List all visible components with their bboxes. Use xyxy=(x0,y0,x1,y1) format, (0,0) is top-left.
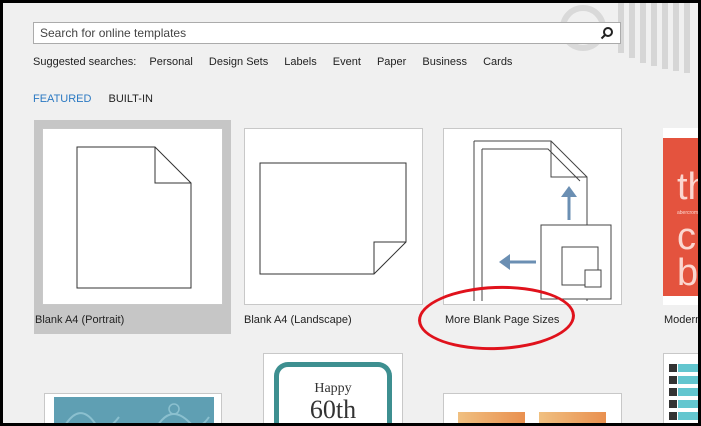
suggested-event[interactable]: Event xyxy=(333,56,361,68)
orange-card-left xyxy=(458,412,525,423)
modern-b-text: b xyxy=(677,252,698,294)
template-label: Blank A4 (Portrait) xyxy=(35,314,125,326)
blank-landscape-page-icon xyxy=(259,162,407,275)
annotation-highlight-oval xyxy=(416,283,577,353)
tab-featured[interactable]: FEATURED xyxy=(33,93,91,105)
swirl-thumbnail[interactable] xyxy=(44,393,222,423)
suggested-design-sets[interactable]: Design Sets xyxy=(209,56,268,68)
orange-thumbnail[interactable] xyxy=(443,393,622,423)
search-icon[interactable] xyxy=(600,26,614,40)
modern-c-text: c xyxy=(677,216,696,258)
orange-card-right xyxy=(539,412,606,423)
modern-big-text: th xyxy=(677,166,698,208)
modern-thumbnail[interactable]: th abercrom c b xyxy=(663,128,698,305)
suggested-labels[interactable]: Labels xyxy=(284,56,316,68)
template-tabs: FEATURED BUILT-IN xyxy=(33,93,153,105)
template-label: Blank A4 (Landscape) xyxy=(244,314,352,326)
page-sizes-thumbnail[interactable] xyxy=(443,128,622,305)
suggested-label: Suggested searches: xyxy=(33,56,137,68)
tab-built-in[interactable]: BUILT-IN xyxy=(109,93,153,105)
labels-thumbnail[interactable] xyxy=(663,353,698,423)
search-input[interactable] xyxy=(34,23,600,43)
page-sizes-icon xyxy=(473,140,612,301)
modern-cover: th abercrom c b xyxy=(663,138,698,296)
swirl-pattern xyxy=(54,397,214,423)
landscape-thumbnail[interactable] xyxy=(244,128,423,305)
labels-sheet-icon xyxy=(669,364,698,420)
suggested-paper[interactable]: Paper xyxy=(377,56,406,68)
happy-thumbnail[interactable]: Happy 60th xyxy=(263,353,403,423)
search-box[interactable] xyxy=(33,22,621,44)
template-label: Modern xyxy=(664,314,698,326)
portrait-thumbnail[interactable] xyxy=(42,128,223,305)
blank-portrait-page-icon xyxy=(76,146,192,289)
suggested-personal[interactable]: Personal xyxy=(149,56,192,68)
suggested-business[interactable]: Business xyxy=(422,56,467,68)
template-gallery: Suggested searches: Personal Design Sets… xyxy=(3,3,698,423)
suggested-cards[interactable]: Cards xyxy=(483,56,512,68)
swirl-decoration xyxy=(65,403,210,423)
suggested-searches: Suggested searches: Personal Design Sets… xyxy=(33,56,525,68)
sixtieth-text: 60th xyxy=(309,395,357,423)
happy-frame: Happy 60th xyxy=(274,362,392,423)
